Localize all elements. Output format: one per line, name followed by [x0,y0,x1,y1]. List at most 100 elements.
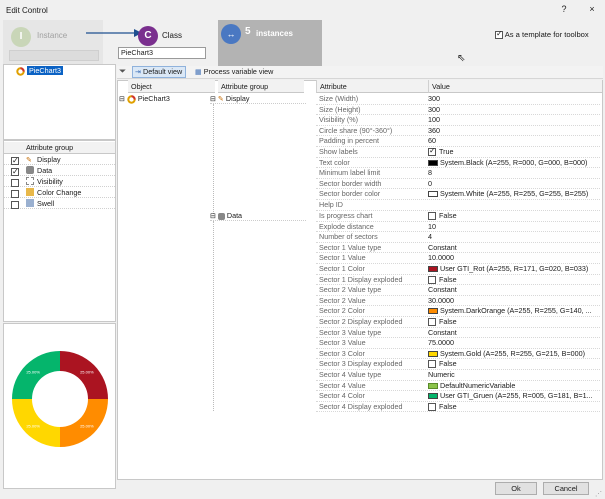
tree-item-piechart[interactable]: PieChart3 [16,66,63,76]
variable-icon [428,382,438,389]
attribute-value[interactable]: False [428,275,598,286]
attribute-row[interactable]: Minimum label limit 8 [316,168,600,179]
attribute-value[interactable]: Constant [428,243,598,254]
value-checkbox[interactable] [428,212,436,221]
step-class[interactable]: C Class PieChart3 [104,20,214,66]
attr-group-visibility[interactable]: Visibility [4,176,115,188]
group-display[interactable]: ⊟ ✎ Display [210,94,306,104]
filter-icon[interactable]: ⏷ [119,66,126,77]
attribute-row[interactable]: Size (Width) 300 [316,94,600,105]
attribute-value[interactable]: 75.0000 [428,338,598,349]
attribute-row[interactable]: Number of sectors 4 [316,232,600,243]
attribute-value[interactable]: DefaultNumericVariable [428,381,598,392]
value-checkbox[interactable] [428,275,436,284]
color-change-checkbox[interactable] [11,190,19,199]
attribute-row[interactable]: Show labels True [316,147,600,158]
attribute-row[interactable]: Sector 1 Value type Constant [316,243,600,254]
object-tree-item[interactable]: ⊟ PieChart3 [119,94,170,104]
attribute-value[interactable]: 60 [428,136,598,147]
attribute-value[interactable]: True [428,147,598,158]
attribute-value[interactable]: System.DarkOrange (A=255, R=255, G=140, … [428,306,598,317]
instance-name-field[interactable] [9,50,99,61]
attribute-row[interactable]: Sector 2 Value 30.0000 [316,296,600,307]
attribute-row[interactable]: Sector 1 Color User GTI_Rot (A=255, R=171… [316,264,600,275]
collapse-icon[interactable]: ⊟ [210,96,216,103]
attr-group-data[interactable]: Data [4,165,115,177]
attribute-row[interactable]: Sector 4 Color User GTI_Gruen (A=255, R=0… [316,391,600,402]
attribute-value[interactable]: 10 [428,222,598,233]
help-button[interactable]: ? [556,2,572,16]
class-name-input[interactable]: PieChart3 [118,47,206,59]
attribute-row[interactable]: Sector 4 Value type Numeric [316,370,600,381]
attribute-value[interactable]: 8 [428,168,598,179]
attribute-name: Sector 1 Value [319,253,366,263]
step-instances[interactable]: ↔ 5 instances [218,20,322,68]
attribute-value[interactable]: 100 [428,115,598,126]
attribute-value[interactable]: Constant [428,285,598,296]
attr-group-swell[interactable]: Swell [4,198,115,210]
attribute-value[interactable]: False [428,317,598,328]
attribute-row[interactable]: Sector 2 Color System.DarkOrange (A=255, … [316,306,600,317]
swell-checkbox[interactable] [11,201,19,210]
attribute-value[interactable]: 30.0000 [428,296,598,307]
attribute-row[interactable]: Sector 1 Value 10.0000 [316,253,600,264]
process-view-label: Process variable view [203,67,274,76]
data-checkbox[interactable] [11,166,19,177]
attribute-value[interactable]: 300 [428,94,598,105]
attribute-row[interactable]: Sector 2 Display exploded False [316,317,600,328]
attribute-row[interactable]: Size (Height) 300 [316,105,600,116]
attribute-row[interactable]: Visibility (%) 100 [316,115,600,126]
attribute-value-text: 8 [428,168,432,178]
value-checkbox[interactable] [428,402,436,411]
resize-grip-icon[interactable]: ⋰ [595,490,602,498]
attribute-row[interactable]: Sector 3 Value 75.0000 [316,338,600,349]
attribute-value[interactable]: User GTI_Rot (A=255, R=171, G=020, B=033… [428,264,598,275]
attribute-row[interactable]: Sector 3 Value type Constant [316,328,600,339]
attribute-value[interactable]: 4 [428,232,598,243]
attr-group-color-change[interactable]: Color Change [4,187,115,199]
close-button[interactable]: × [584,2,600,16]
attribute-row[interactable]: Padding in percent 60 [316,136,600,147]
attribute-row[interactable]: Explode distance 10 [316,222,600,233]
attribute-value[interactable]: User GTI_Gruen (A=255, R=005, G=181, B=1… [428,391,598,402]
attribute-value[interactable]: False [428,211,598,222]
display-checkbox[interactable] [11,155,19,166]
attribute-row[interactable]: Sector 3 Color System.Gold (A=255, R=255,… [316,349,600,360]
attribute-row[interactable]: Sector 4 Display exploded False [316,402,600,413]
attribute-value[interactable]: 360 [428,126,598,137]
cancel-button[interactable]: Cancel [543,482,589,495]
value-checkbox[interactable] [428,318,436,327]
collapse-icon[interactable]: ⊟ [119,96,125,103]
process-variable-view-button[interactable]: ▦ Process variable view [195,67,273,76]
attribute-row[interactable]: Sector border width 0 [316,179,600,190]
group-data[interactable]: ⊟ Data [210,211,306,221]
attribute-value[interactable]: 0 [428,179,598,190]
attribute-row[interactable]: Sector border color System.White (A=255, … [316,189,600,200]
template-checkbox[interactable]: As a template for toolbox [495,29,589,39]
attribute-value[interactable]: 10.0000 [428,253,598,264]
attribute-value[interactable]: False [428,402,598,413]
attribute-value[interactable]: System.Black (A=255, R=000, G=000, B=000… [428,158,598,169]
default-view-button[interactable]: ⇥ Default view [132,66,187,78]
attribute-row[interactable]: Sector 4 Value DefaultNumericVariable [316,381,600,392]
attribute-row[interactable]: Sector 2 Value type Constant [316,285,600,296]
value-checkbox[interactable] [428,147,436,157]
attribute-value[interactable]: System.White (A=255, R=255, G=255, B=255… [428,189,598,200]
attribute-row[interactable]: Circle share (90°-360°) 360 [316,126,600,137]
attribute-row[interactable]: Text color System.Black (A=255, R=000, G=… [316,158,600,169]
visibility-checkbox[interactable] [11,179,19,188]
attribute-value[interactable]: Numeric [428,370,598,381]
attribute-row[interactable]: Sector 3 Display exploded False [316,359,600,370]
attribute-value[interactable]: System.Gold (A=255, R=255, G=215, B=000) [428,349,598,360]
attribute-value[interactable]: False [428,359,598,370]
attr-group-display[interactable]: ✎ Display [4,154,115,166]
attribute-row[interactable]: Is progress chart False [316,211,600,222]
attribute-row[interactable]: Sector 1 Display exploded False [316,275,600,286]
attribute-value[interactable]: Constant [428,328,598,339]
attribute-row[interactable]: Help ID [316,200,600,211]
collapse-icon[interactable]: ⊟ [210,213,216,220]
step-instance[interactable]: I Instance [3,20,103,66]
attribute-value[interactable]: 300 [428,105,598,116]
ok-button[interactable]: Ok [495,482,537,495]
value-checkbox[interactable] [428,360,436,369]
